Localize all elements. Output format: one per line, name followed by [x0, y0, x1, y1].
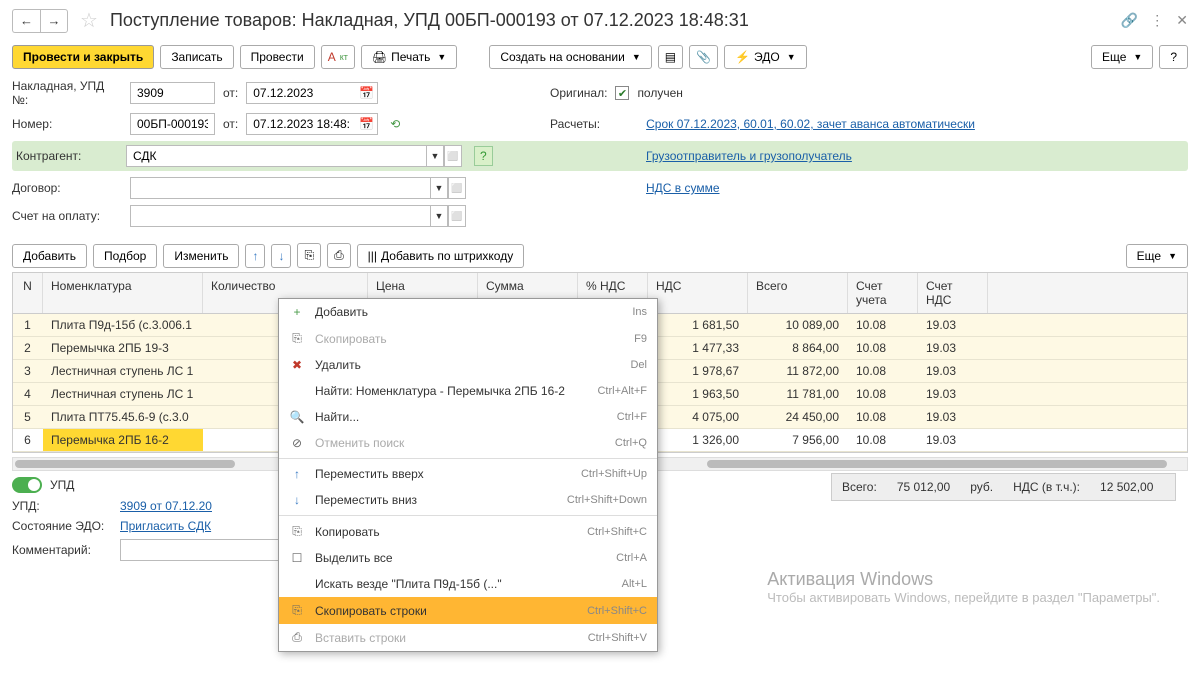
upd-toggle[interactable] [12, 477, 42, 493]
favorite-star-icon[interactable]: ☆ [80, 8, 98, 33]
col-n[interactable]: N [13, 273, 43, 313]
close-icon[interactable]: ✕ [1176, 12, 1188, 29]
copy-rows-button[interactable]: ⎘ [297, 243, 321, 268]
vat-link[interactable]: НДС в сумме [646, 181, 720, 195]
upd-text: УПД [50, 478, 74, 492]
move-down-button[interactable]: ↓ [271, 244, 291, 268]
currency: руб. [970, 480, 993, 494]
calendar-icon[interactable]: 📅 [356, 82, 378, 104]
menu-item[interactable]: ⎘КопироватьCtrl+Shift+C [279, 518, 657, 545]
from-label: от: [223, 86, 238, 100]
menu-item[interactable]: ⎘СкопироватьF9 [279, 325, 657, 352]
edo-button[interactable]: ⚡ ЭДО▼ [724, 45, 807, 69]
contractor-input[interactable] [126, 145, 426, 167]
menu-item[interactable]: ☐Выделить всеCtrl+A [279, 545, 657, 571]
invoice-input[interactable] [130, 205, 430, 227]
menu-item[interactable]: +ДобавитьIns [279, 299, 657, 325]
datetime-input[interactable] [246, 113, 356, 135]
totals-label: Всего: [842, 480, 877, 494]
totals-bar: Всего: 75 012,00 руб. НДС (в т.ч.): 12 5… [831, 473, 1176, 501]
link-icon[interactable]: 🔗 [1121, 12, 1138, 29]
nds-value: 12 502,00 [1100, 480, 1153, 494]
menu-item[interactable]: ⎙Вставить строкиCtrl+Shift+V [279, 624, 657, 651]
clip-icon-button[interactable]: 📎 [689, 45, 718, 69]
add-row-button[interactable]: Добавить [12, 244, 87, 268]
page-title: Поступление товаров: Накладная, УПД 00БП… [110, 10, 1113, 31]
menu-item[interactable]: ⊘Отменить поискCtrl+Q [279, 430, 657, 456]
contract-label: Договор: [12, 181, 122, 195]
col-nom[interactable]: Номенклатура [43, 273, 203, 313]
col-total[interactable]: Всего [748, 273, 848, 313]
comment-label: Комментарий: [12, 543, 112, 557]
menu-item[interactable]: Искать везде "Плита П9д-15б (..."Alt+L [279, 571, 657, 597]
menu-item[interactable]: ⎘Скопировать строкиCtrl+Shift+C [279, 597, 657, 624]
calendar-icon2[interactable]: 📅 [356, 113, 378, 135]
create-based-button[interactable]: Создать на основании▼ [489, 45, 651, 69]
edo-state-label: Состояние ЭДО: [12, 519, 112, 533]
upd-link[interactable]: 3909 от 07.12.20 [120, 499, 212, 513]
contract-dropdown[interactable]: ▼ [430, 177, 448, 199]
menu-item[interactable]: ✖УдалитьDel [279, 352, 657, 378]
post-close-button[interactable]: Провести и закрыть [12, 45, 154, 69]
col-nds[interactable]: НДС [648, 273, 748, 313]
save-button[interactable]: Записать [160, 45, 233, 69]
contractor-open[interactable]: ⬜ [444, 145, 462, 167]
barcode-button[interactable]: ||| Добавить по штрихкоду [357, 244, 525, 268]
more-button[interactable]: Еще▼ [1091, 45, 1153, 69]
doc-type-label: Накладная, УПД №: [12, 79, 122, 107]
menu-item[interactable]: ↑Переместить вверхCtrl+Shift+Up [279, 461, 657, 487]
received-checkbox[interactable]: ✔ [615, 86, 629, 100]
change-button[interactable]: Изменить [163, 244, 239, 268]
col-acc[interactable]: Счет учета [848, 273, 918, 313]
number-label: Номер: [12, 117, 122, 131]
upd-label: УПД: [12, 499, 112, 513]
menu-item[interactable]: Найти: Номенклатура - Перемычка 2ПБ 16-2… [279, 378, 657, 404]
attach-button[interactable]: Акт [321, 45, 355, 69]
doc-num-input[interactable] [130, 82, 215, 104]
edo-link[interactable]: Пригласить СДК [120, 519, 211, 533]
list-icon-button[interactable]: ▤ [658, 45, 683, 69]
table-more-button[interactable]: Еще▼ [1126, 244, 1188, 268]
move-up-button[interactable]: ↑ [245, 244, 265, 268]
contract-input[interactable] [130, 177, 430, 199]
consignor-link[interactable]: Грузоотправитель и грузополучатель [646, 149, 852, 163]
menu-item[interactable]: ↓Переместить внизCtrl+Shift+Down [279, 487, 657, 513]
calc-label: Расчеты: [550, 117, 600, 131]
nav-forward-button[interactable]: → [40, 9, 68, 33]
original-label: Оригинал: [550, 86, 607, 100]
invoice-label: Счет на оплату: [12, 209, 122, 223]
received-label: получен [637, 86, 682, 100]
select-button[interactable]: Подбор [93, 244, 157, 268]
contract-open[interactable]: ⬜ [448, 177, 466, 199]
more-icon[interactable]: ⋮ [1150, 12, 1164, 29]
from-label2: от: [223, 117, 238, 131]
refresh-icon[interactable]: ⟲ [390, 117, 400, 131]
paste-rows-button[interactable]: ⎙ [327, 243, 351, 268]
col-ndsacc[interactable]: Счет НДС [918, 273, 988, 313]
number-input[interactable] [130, 113, 215, 135]
contractor-label: Контрагент: [16, 149, 118, 163]
date-input[interactable] [246, 82, 356, 104]
invoice-open[interactable]: ⬜ [448, 205, 466, 227]
context-menu: +ДобавитьIns⎘СкопироватьF9✖УдалитьDelНай… [278, 298, 658, 652]
calc-link[interactable]: Срок 07.12.2023, 60.01, 60.02, зачет ава… [646, 117, 975, 131]
windows-watermark: Активация Windows Чтобы активировать Win… [767, 569, 1160, 605]
nds-label: НДС (в т.ч.): [1013, 480, 1080, 494]
menu-item[interactable]: 🔍Найти...Ctrl+F [279, 404, 657, 430]
print-button[interactable]: 🖨 Печать▼ [361, 45, 457, 69]
post-button[interactable]: Провести [240, 45, 315, 69]
help-button[interactable]: ? [1159, 45, 1188, 69]
contractor-help[interactable]: ? [474, 146, 493, 166]
totals-value: 75 012,00 [897, 480, 950, 494]
nav-back-button[interactable]: ← [12, 9, 40, 33]
contractor-dropdown[interactable]: ▼ [426, 145, 444, 167]
invoice-dropdown[interactable]: ▼ [430, 205, 448, 227]
